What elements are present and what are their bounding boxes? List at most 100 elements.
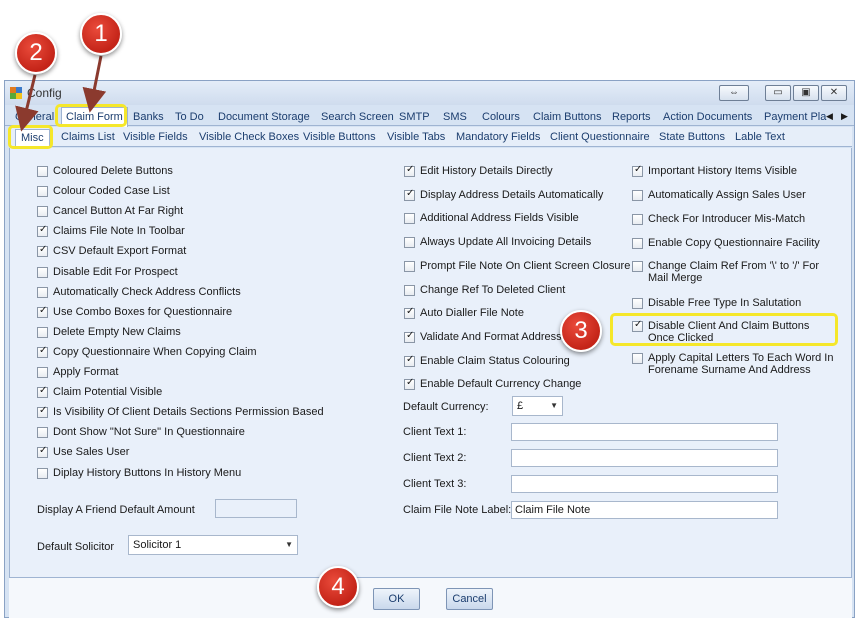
tab-lable-text[interactable]: Lable Text <box>735 129 785 146</box>
claim-file-note-label: Claim File Note Label: <box>403 504 512 516</box>
checkbox[interactable] <box>37 186 48 198</box>
config-window: Config ⇔ ▭ ▣ ✕ General Claim Form Banks … <box>4 80 855 618</box>
tab-visible-tabs[interactable]: Visible Tabs <box>387 129 445 146</box>
tab-payment-plan[interactable]: Payment Pla <box>764 108 826 126</box>
tab-visible-buttons[interactable]: Visible Buttons <box>303 129 376 146</box>
client-text-3-label: Client Text 3: <box>403 478 467 490</box>
checkbox[interactable] <box>632 164 643 177</box>
checkbox[interactable] <box>37 286 48 298</box>
checkbox[interactable] <box>632 298 643 309</box>
tab-visible-check-boxes[interactable]: Visible Check Boxes <box>199 129 299 146</box>
checkbox-label: Change Ref To Deleted Client <box>420 283 566 296</box>
checkbox[interactable] <box>37 345 48 358</box>
checkbox-label: CSV Default Export Format <box>53 245 187 258</box>
tab-mandatory-fields[interactable]: Mandatory Fields <box>456 129 540 146</box>
checkbox-label: Is Visibility Of Client Details Sections… <box>53 406 324 419</box>
checkbox-label: Colour Coded Case List <box>53 185 170 198</box>
checkbox[interactable] <box>37 385 48 399</box>
checkbox[interactable] <box>37 166 48 177</box>
claim-file-note-input[interactable]: Claim File Note <box>511 501 778 519</box>
cancel-button[interactable]: Cancel <box>446 588 493 610</box>
checkbox[interactable] <box>632 214 643 225</box>
checkbox[interactable] <box>404 213 415 225</box>
minimize-button[interactable]: ▭ <box>765 85 791 101</box>
tab-sms[interactable]: SMS <box>443 108 467 126</box>
highlight-misc-tab <box>8 125 53 149</box>
checkbox[interactable] <box>404 284 415 296</box>
tab-claim-buttons[interactable]: Claim Buttons <box>533 108 601 126</box>
client-text-2-label: Client Text 2: <box>403 452 467 464</box>
checkbox[interactable] <box>37 405 48 419</box>
tab-state-buttons[interactable]: State Buttons <box>659 129 725 146</box>
checkbox-label: Dont Show "Not Sure" In Questionnaire <box>53 426 245 439</box>
checkbox[interactable] <box>37 445 48 459</box>
tab-general[interactable]: General <box>15 108 54 126</box>
checkbox[interactable] <box>37 244 48 258</box>
tab-to-do[interactable]: To Do <box>175 108 204 126</box>
tab-scroll-right-icon[interactable]: ▶ <box>841 111 848 122</box>
highlight-claim-form-tab <box>55 104 127 127</box>
tab-document-storage[interactable]: Document Storage <box>218 108 310 126</box>
checkbox-label: Automatically Check Address Conflicts <box>53 285 241 298</box>
ok-button[interactable]: OK <box>373 588 420 610</box>
tab-client-questionnaire[interactable]: Client Questionnaire <box>550 129 650 146</box>
checkbox-label: Validate And Format Address <box>420 330 562 343</box>
checkbox[interactable] <box>37 427 48 439</box>
default-solicitor-value: Solicitor 1 <box>133 539 182 551</box>
display-friend-input[interactable] <box>215 499 297 518</box>
checkbox-label: Apply Capital Letters To Each Word In Fo… <box>648 352 834 376</box>
callout-1: 1 <box>80 13 122 55</box>
client-text-1-label: Client Text 1: <box>403 426 467 438</box>
checkbox[interactable] <box>404 164 415 177</box>
app-icon <box>10 87 22 99</box>
tab-colours[interactable]: Colours <box>482 108 520 126</box>
callout-3: 3 <box>560 310 602 352</box>
checkbox[interactable] <box>37 305 48 318</box>
tab-banks[interactable]: Banks <box>133 108 164 126</box>
checkbox-label: Display Address Details Automatically <box>420 188 604 201</box>
tab-claims-list[interactable]: Claims List <box>61 129 115 146</box>
checkbox-label: Claims File Note In Toolbar <box>53 225 185 238</box>
checkbox[interactable] <box>37 266 48 278</box>
client-text-3-input[interactable] <box>511 475 778 493</box>
checkbox[interactable] <box>404 377 415 391</box>
checkbox[interactable] <box>632 261 643 272</box>
checkbox-label: Claim Potential Visible <box>53 386 163 399</box>
checkbox-label: Check For Introducer Mis-Match <box>648 213 806 225</box>
tab-smtp[interactable]: SMTP <box>399 108 430 126</box>
checkbox[interactable] <box>632 353 643 364</box>
tab-action-documents[interactable]: Action Documents <box>663 108 752 126</box>
default-solicitor-select[interactable]: Solicitor 1 ▼ <box>128 535 298 555</box>
tab-search-screen[interactable]: Search Screen <box>321 108 394 126</box>
checkbox-label: Diplay History Buttons In History Menu <box>53 466 242 479</box>
close-button[interactable]: ✕ <box>821 85 847 101</box>
title-bar: Config ⇔ ▭ ▣ ✕ <box>5 81 854 105</box>
default-currency-select[interactable]: £ ▼ <box>512 396 563 416</box>
maximize-button[interactable]: ▣ <box>793 85 819 101</box>
checkbox[interactable] <box>404 188 415 201</box>
callout-4: 4 <box>317 566 359 608</box>
checkbox[interactable] <box>404 330 415 343</box>
checkbox[interactable] <box>37 367 48 378</box>
chevron-down-icon: ▼ <box>550 401 558 410</box>
checkbox[interactable] <box>404 260 415 272</box>
checkbox[interactable] <box>632 238 643 249</box>
checkbox[interactable] <box>37 224 48 238</box>
checkbox-label: Edit History Details Directly <box>420 165 553 177</box>
client-text-1-input[interactable] <box>511 423 778 441</box>
client-text-2-input[interactable] <box>511 449 778 467</box>
checkbox[interactable] <box>632 190 643 201</box>
checkbox[interactable] <box>37 467 48 479</box>
checkbox[interactable] <box>404 354 415 367</box>
checkbox[interactable] <box>37 206 48 218</box>
checkbox[interactable] <box>37 326 48 338</box>
checkbox-label: Change Claim Ref From '\' to '/' For Mai… <box>648 260 820 284</box>
checkbox[interactable] <box>404 237 415 249</box>
checkbox-label: Delete Empty New Claims <box>53 325 181 338</box>
checkbox[interactable] <box>404 306 415 320</box>
tab-scroll-left-icon[interactable]: ◀ <box>826 111 833 122</box>
tab-reports[interactable]: Reports <box>612 108 651 126</box>
restore-window-button[interactable]: ⇔ <box>719 85 749 101</box>
tab-visible-fields[interactable]: Visible Fields <box>123 129 188 146</box>
callout-2: 2 <box>15 32 57 74</box>
